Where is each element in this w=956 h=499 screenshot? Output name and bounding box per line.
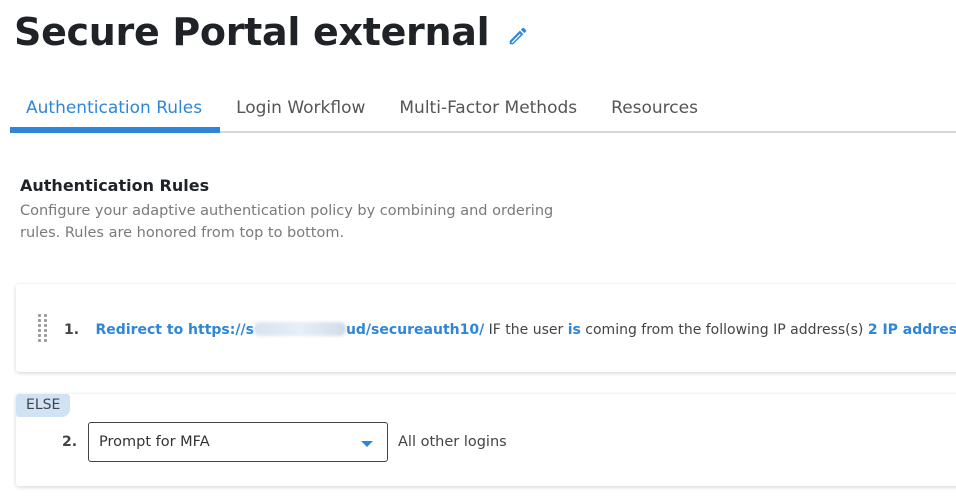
else-rule-description: All other logins — [398, 434, 507, 450]
tab-login-workflow[interactable]: Login Workflow — [220, 88, 383, 131]
ip-addresses-link[interactable]: 2 IP addresses — [868, 322, 956, 338]
else-badge: ELSE — [16, 394, 71, 417]
pencil-icon[interactable] — [507, 25, 529, 47]
rule-if-text: IF the user — [488, 322, 564, 338]
tab-authentication-rules[interactable]: Authentication Rules — [10, 88, 221, 133]
else-rule-number: 2. — [62, 434, 78, 450]
section-title: Authentication Rules — [20, 176, 210, 195]
else-rule-card: ELSE 2. Prompt for MFA All other logins — [16, 394, 956, 486]
tab-bar: Authentication Rules Login Workflow Mult… — [10, 88, 956, 133]
redirect-url-prefix: Redirect to https://s — [95, 322, 254, 338]
rule-text: 1. Redirect to https://s ud/secureauth10/… — [64, 322, 956, 338]
redirect-action-link[interactable]: Redirect to https://s ud/secureauth10/ — [95, 322, 485, 338]
rule-condition-text: coming from the following IP address(s) — [585, 322, 864, 338]
rule-card[interactable]: 1. Redirect to https://s ud/secureauth10/… — [16, 284, 956, 372]
redacted-url-segment — [253, 322, 346, 336]
select-value: Prompt for MFA — [99, 434, 210, 450]
title-row: Secure Portal external — [14, 10, 529, 54]
redirect-url-suffix: ud/secureauth10/ — [345, 322, 485, 338]
rule-number: 1. — [64, 322, 80, 338]
rule-operator-link[interactable]: is — [568, 322, 581, 338]
page-title: Secure Portal external — [14, 10, 490, 54]
section-description: Configure your adaptive authentication p… — [20, 203, 554, 241]
mfa-action-select[interactable]: Prompt for MFA — [88, 422, 388, 462]
tab-multi-factor-methods[interactable]: Multi-Factor Methods — [383, 88, 595, 131]
drag-handle-icon[interactable] — [38, 314, 52, 344]
chevron-down-icon — [361, 441, 373, 447]
tab-resources[interactable]: Resources — [595, 88, 716, 131]
